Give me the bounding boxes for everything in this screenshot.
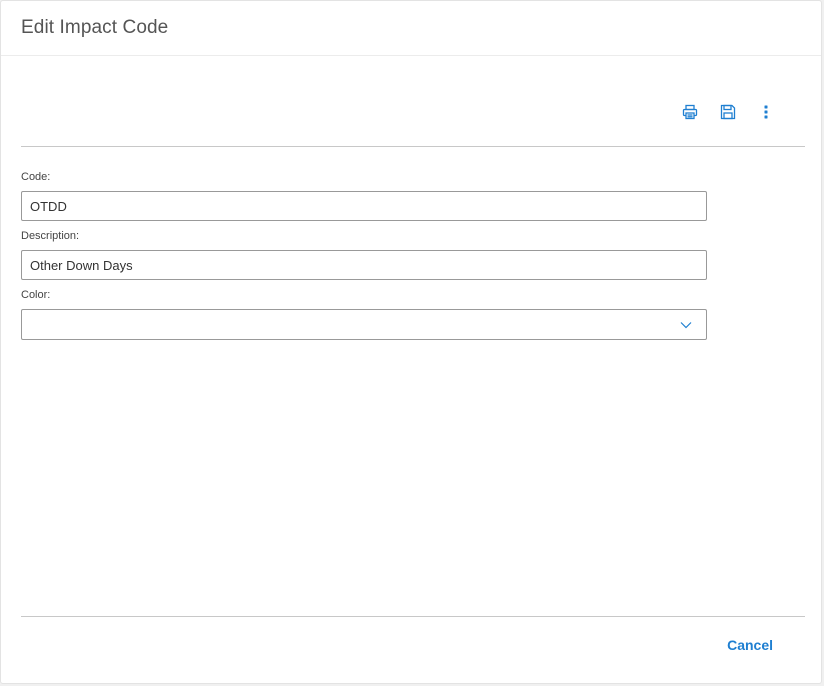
code-label: Code: bbox=[21, 171, 51, 183]
color-label: Color: bbox=[21, 289, 51, 301]
cancel-button[interactable]: Cancel bbox=[727, 637, 773, 653]
chevron-down-icon bbox=[680, 322, 692, 329]
print-button[interactable] bbox=[679, 101, 701, 123]
save-icon bbox=[720, 104, 736, 120]
toolbar bbox=[21, 57, 805, 147]
edit-impact-code-dialog: Edit Impact Code Code: OTDD Description:… bbox=[0, 0, 822, 684]
dialog-footer: Cancel bbox=[21, 616, 805, 685]
code-input[interactable] bbox=[21, 191, 707, 221]
more-vertical-icon bbox=[764, 105, 768, 119]
save-button[interactable] bbox=[717, 101, 739, 123]
printer-icon bbox=[682, 104, 698, 120]
dialog-header: Edit Impact Code bbox=[1, 1, 821, 56]
dialog-title: Edit Impact Code bbox=[21, 17, 169, 38]
more-options-button[interactable] bbox=[755, 101, 777, 123]
description-input[interactable] bbox=[21, 250, 707, 280]
description-label: Description: bbox=[21, 230, 80, 242]
color-select[interactable] bbox=[21, 309, 707, 340]
